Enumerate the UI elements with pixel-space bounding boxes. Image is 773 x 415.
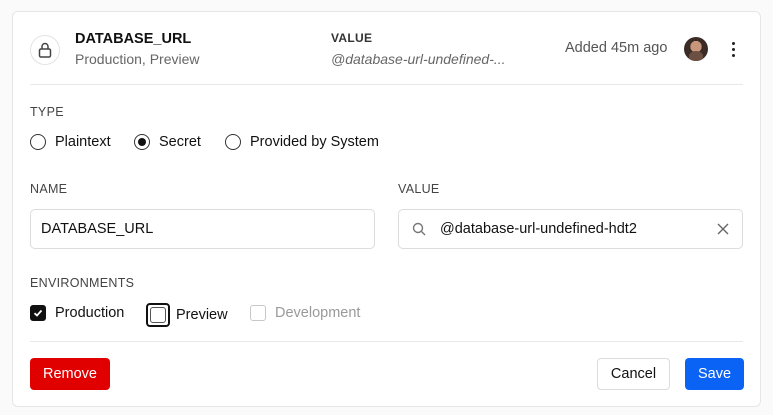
radio-button-selected[interactable] — [134, 134, 150, 150]
lock-icon — [30, 35, 60, 65]
clear-icon[interactable] — [717, 223, 729, 235]
focus-ring — [146, 303, 170, 327]
env-variable-card: DATABASE_URL Production, Preview VALUE @… — [12, 11, 761, 407]
variable-environments: Production, Preview — [75, 51, 200, 67]
radio-label: Secret — [159, 134, 201, 150]
variable-name: DATABASE_URL — [75, 31, 192, 47]
checkbox-preview[interactable]: Preview — [146, 303, 228, 327]
value-input[interactable]: @database-url-undefined-hdt2 — [398, 209, 743, 249]
checkbox-label: Development — [275, 305, 361, 321]
radio-secret[interactable]: Secret — [134, 134, 201, 150]
value-column-label: VALUE — [331, 31, 373, 45]
cancel-button[interactable]: Cancel — [597, 358, 670, 390]
radio-provided-by-system[interactable]: Provided by System — [225, 134, 379, 150]
name-input-value: DATABASE_URL — [41, 221, 154, 237]
checkbox-checked[interactable] — [30, 305, 46, 321]
radio-plaintext[interactable]: Plaintext — [30, 134, 111, 150]
value-input-value: @database-url-undefined-hdt2 — [440, 221, 637, 237]
checkbox-development: Development — [250, 305, 360, 321]
name-label: NAME — [30, 182, 68, 196]
environments-label: ENVIRONMENTS — [30, 276, 135, 290]
checkbox-production[interactable]: Production — [30, 305, 124, 321]
remove-button[interactable]: Remove — [30, 358, 110, 390]
divider — [30, 84, 743, 85]
value-label: VALUE — [398, 182, 440, 196]
checkbox-unchecked[interactable] — [150, 307, 166, 323]
added-timestamp: Added 45m ago — [565, 40, 668, 56]
radio-label: Provided by System — [250, 134, 379, 150]
checkbox-label: Preview — [176, 307, 228, 323]
divider — [30, 341, 743, 342]
checkbox-label: Production — [55, 305, 125, 321]
name-input[interactable]: DATABASE_URL — [30, 209, 375, 249]
checkbox-disabled — [250, 305, 266, 321]
radio-button[interactable] — [225, 134, 241, 150]
variable-value-preview: @database-url-undefined-... — [331, 51, 506, 67]
avatar[interactable] — [684, 37, 708, 61]
radio-button[interactable] — [30, 134, 46, 150]
type-label: TYPE — [30, 105, 64, 119]
radio-label: Plaintext — [55, 134, 111, 150]
search-icon — [412, 222, 426, 236]
save-button[interactable]: Save — [685, 358, 744, 390]
kebab-menu-icon[interactable] — [723, 38, 743, 60]
checkmark-icon — [33, 309, 43, 317]
